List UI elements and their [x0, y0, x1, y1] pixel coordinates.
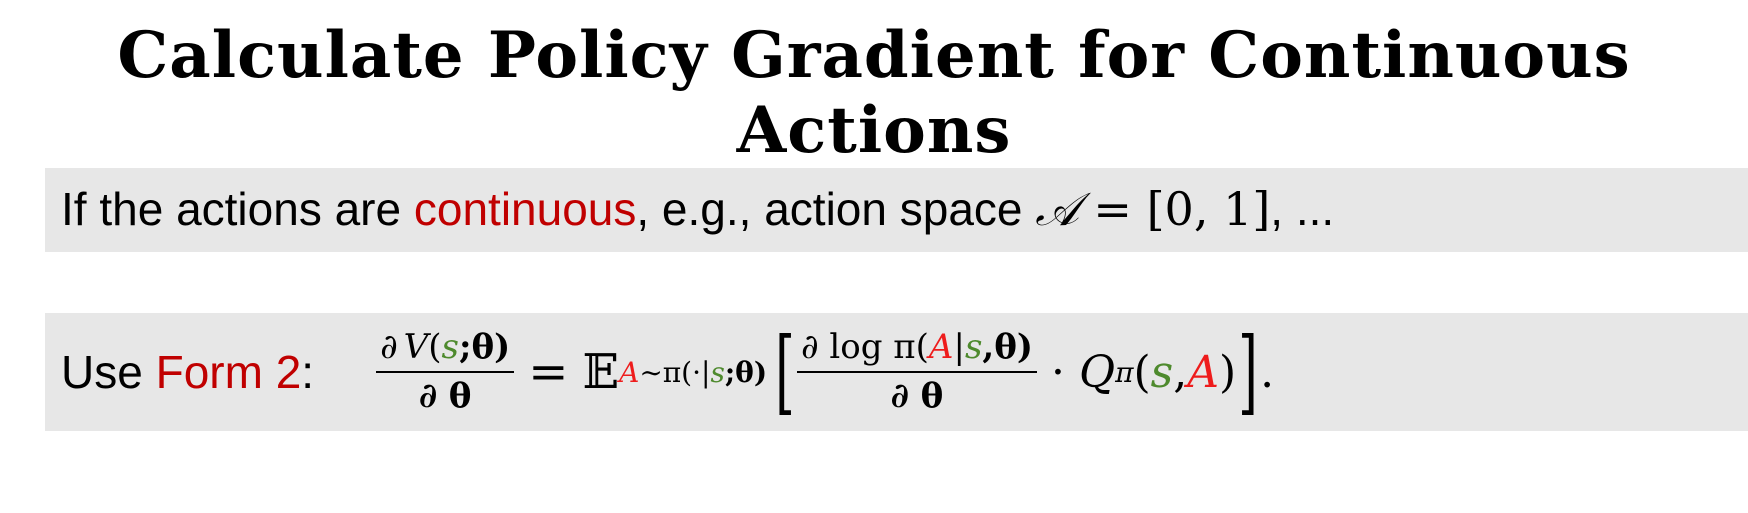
- multiply-dot: ·: [1051, 346, 1065, 398]
- lhs-s: s: [441, 326, 459, 367]
- rhs-a: A: [928, 326, 954, 367]
- right-bracket: ]: [1238, 318, 1259, 425]
- lhs-open: (: [428, 326, 442, 367]
- equals-sign: =: [1078, 182, 1147, 236]
- lhs-partial: ∂: [380, 326, 398, 367]
- sub-pi: ∼π(·|: [639, 355, 711, 389]
- rhs-log-pi: ∂ log π(: [800, 326, 929, 367]
- q-symbol: Q: [1079, 346, 1116, 398]
- equation-period: .: [1260, 346, 1275, 398]
- form2-band: Use Form 2: ∂ V(s;θ) ∂ θ = 𝔼 A∼π(·|s;θ) [ …: [45, 313, 1748, 431]
- statement-suffix: , ...: [1270, 183, 1335, 235]
- q-a: A: [1187, 346, 1220, 398]
- lhs-theta: ;θ): [458, 326, 511, 367]
- rhs-fraction: ∂ log π(A|s,θ) ∂ θ: [796, 326, 1037, 416]
- action-space-symbol: 𝒜: [1035, 182, 1079, 236]
- statement-middle: , e.g., action space: [636, 183, 1036, 235]
- form2-colon: :: [301, 346, 315, 398]
- left-bracket: [: [775, 318, 795, 425]
- q-s: s: [1150, 346, 1174, 398]
- lhs-denominator: ∂ θ: [418, 376, 472, 416]
- sub-s: s: [710, 355, 725, 389]
- form2-statement: Use Form 2: ∂ V(s;θ) ∂ θ = 𝔼 A∼π(·|s;θ) [ …: [61, 313, 1274, 431]
- statement-prefix: If the actions are: [61, 183, 414, 235]
- continuous-highlight: continuous: [413, 183, 637, 235]
- rhs-bar: |: [953, 326, 965, 367]
- sub-a: A: [619, 355, 640, 389]
- lhs-fraction: ∂ V(s;θ) ∂ θ: [376, 326, 515, 416]
- use-prefix: Use: [61, 346, 156, 398]
- rhs-numerator: ∂ log π(A|s,θ): [796, 326, 1037, 373]
- expectation-subscript: A∼π(·|s;θ): [619, 356, 767, 389]
- continuous-actions-statement: If the actions are continuous, e.g., act…: [61, 182, 1334, 238]
- form2-highlight: Form 2: [155, 346, 302, 398]
- rhs-s: s: [964, 326, 983, 367]
- action-interval: [0, 1]: [1146, 182, 1271, 236]
- rhs-theta: ,θ): [982, 326, 1033, 367]
- q-open: (: [1133, 346, 1151, 398]
- continuous-actions-band: If the actions are continuous, e.g., act…: [45, 168, 1748, 252]
- equation-equals: =: [528, 344, 569, 400]
- lhs-numerator: ∂ V(s;θ): [376, 326, 515, 373]
- expectation-symbol: 𝔼: [582, 344, 620, 400]
- q-close: ): [1219, 346, 1237, 398]
- q-subscript: π: [1115, 355, 1134, 389]
- lhs-v: V: [403, 326, 429, 367]
- policy-gradient-equation: ∂ V(s;θ) ∂ θ = 𝔼 A∼π(·|s;θ) [ ∂ log π(A|s,…: [376, 326, 1274, 418]
- use-label: Use Form 2:: [61, 345, 314, 399]
- rhs-denominator: ∂ θ: [890, 376, 944, 416]
- sub-theta: ;θ): [724, 355, 768, 389]
- q-comma: ,: [1173, 346, 1188, 398]
- slide-title: Calculate Policy Gradient for Continuous…: [117, 18, 1631, 168]
